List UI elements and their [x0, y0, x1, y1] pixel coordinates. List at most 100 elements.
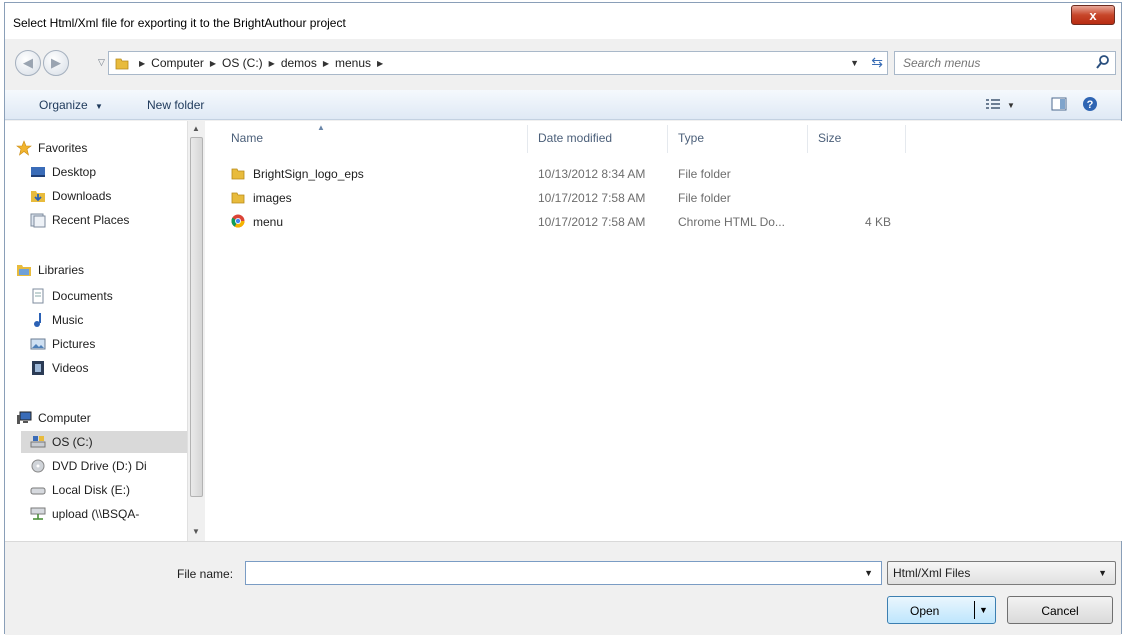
column-header-date-modified[interactable]: Date modified — [538, 131, 612, 145]
documents-icon — [29, 288, 47, 304]
back-button[interactable]: ◀ — [15, 50, 41, 76]
navigation-pane: Favorites Desktop Downloads Recent Place… — [5, 121, 187, 541]
nav-music-label: Music — [52, 313, 84, 327]
nav-libraries[interactable]: Libraries — [15, 259, 187, 281]
organize-button[interactable]: Organize ▼ — [39, 98, 103, 112]
nav-desktop[interactable]: Desktop — [29, 161, 187, 183]
column-divider[interactable] — [905, 125, 906, 153]
navigation-scrollbar[interactable]: ▲ ▼ — [187, 121, 204, 541]
breadcrumb-separator-icon[interactable]: ▶ — [269, 59, 275, 68]
nav-pictures-label: Pictures — [52, 337, 96, 351]
breadcrumb-os-c[interactable]: OS (C:) — [222, 56, 263, 70]
file-name-label: File name: — [177, 567, 234, 581]
recent-places-icon — [29, 212, 47, 228]
command-bar: Organize ▼ New folder ▼ ? — [5, 90, 1121, 120]
file-type-filter[interactable]: Html/Xml Files ▼ — [887, 561, 1116, 585]
forward-button[interactable]: ▶ — [43, 50, 69, 76]
nav-downloads[interactable]: Downloads — [29, 185, 187, 207]
folder-icon — [231, 190, 245, 207]
desktop-icon — [29, 164, 47, 180]
file-type: File folder — [678, 167, 731, 181]
view-list-icon — [985, 97, 1001, 114]
chrome-icon — [231, 214, 245, 231]
column-header-name[interactable]: Name — [231, 131, 263, 145]
window-title: Select Html/Xml file for exporting it to… — [13, 16, 346, 30]
star-icon — [15, 140, 33, 156]
column-divider[interactable] — [667, 125, 668, 153]
close-button[interactable]: x — [1071, 5, 1115, 25]
nav-os-c[interactable]: OS (C:) — [21, 431, 187, 453]
nav-music[interactable]: Music — [29, 309, 187, 331]
preview-pane-button[interactable] — [1051, 94, 1067, 116]
search-box[interactable] — [894, 51, 1116, 75]
sort-ascending-icon: ▲ — [317, 123, 325, 132]
nav-network-upload[interactable]: upload (\\BSQA- — [29, 503, 187, 525]
scroll-thumb[interactable] — [190, 137, 203, 497]
nav-network-upload-label: upload (\\BSQA- — [52, 507, 140, 521]
help-button[interactable]: ? — [1082, 94, 1098, 116]
nav-local-disk[interactable]: Local Disk (E:) — [29, 479, 187, 501]
pictures-icon — [29, 336, 47, 352]
file-name-input[interactable] — [250, 565, 850, 581]
recent-locations-dropdown-icon[interactable]: ▽ — [98, 57, 105, 68]
breadcrumb-separator-icon[interactable]: ▶ — [377, 59, 383, 68]
address-row: ◀ ▶ ▽ ▶ Computer ▶ OS (C:) ▶ demos ▶ men… — [5, 47, 1121, 79]
chevron-down-icon[interactable]: ▼ — [864, 568, 873, 578]
file-date: 10/13/2012 8:34 AM — [538, 167, 646, 181]
open-button[interactable]: Open ▼ — [887, 596, 996, 624]
nav-documents-label: Documents — [52, 289, 113, 303]
nav-favorites-label: Favorites — [38, 141, 88, 155]
scroll-down-icon[interactable]: ▼ — [192, 527, 200, 536]
nav-videos[interactable]: Videos — [29, 357, 187, 379]
computer-icon — [15, 410, 33, 426]
nav-computer-label: Computer — [38, 411, 91, 425]
column-header-size[interactable]: Size — [818, 131, 841, 145]
videos-icon — [29, 360, 47, 376]
preview-pane-icon — [1051, 97, 1067, 114]
back-arrow-icon: ◀ — [23, 55, 33, 70]
address-dropdown-icon[interactable]: ▼ — [850, 58, 859, 68]
chevron-down-icon: ▼ — [1007, 100, 1015, 110]
nav-dvd-drive-label: DVD Drive (D:) Di — [52, 459, 147, 473]
file-row[interactable]: images 10/17/2012 7:58 AM File folder — [205, 187, 1122, 209]
search-input[interactable] — [901, 55, 1081, 71]
column-header-type[interactable]: Type — [678, 131, 704, 145]
file-row[interactable]: BrightSign_logo_eps 10/13/2012 8:34 AM F… — [205, 163, 1122, 185]
file-name-combobox[interactable]: ▼ — [245, 561, 882, 585]
nav-dvd-drive[interactable]: DVD Drive (D:) Di — [29, 455, 187, 477]
nav-computer[interactable]: Computer — [15, 407, 187, 429]
file-type-filter-value: Html/Xml Files — [893, 566, 971, 580]
title-bar: Select Html/Xml file for exporting it to… — [5, 3, 1121, 39]
refresh-icon[interactable]: ⇆ — [871, 54, 883, 71]
breadcrumb-demos[interactable]: demos — [281, 56, 317, 70]
help-icon: ? — [1082, 96, 1098, 115]
view-options-button[interactable]: ▼ — [985, 94, 1015, 116]
os-drive-icon — [29, 434, 47, 450]
open-options-chevron-icon[interactable]: ▼ — [979, 605, 988, 615]
file-name: BrightSign_logo_eps — [253, 167, 364, 181]
nav-recent-places[interactable]: Recent Places — [29, 209, 187, 231]
breadcrumb-menus[interactable]: menus — [335, 56, 371, 70]
nav-documents[interactable]: Documents — [29, 285, 187, 307]
file-name: menu — [253, 215, 284, 229]
folder-icon — [231, 166, 245, 183]
new-folder-button[interactable]: New folder — [147, 98, 204, 112]
column-divider[interactable] — [807, 125, 808, 153]
libraries-icon — [15, 262, 33, 278]
search-icon[interactable] — [1095, 54, 1111, 73]
address-bar[interactable]: ▶ Computer ▶ OS (C:) ▶ demos ▶ menus ▶ ▼… — [108, 51, 888, 75]
breadcrumb-separator-icon[interactable]: ▶ — [139, 59, 145, 68]
scroll-up-icon[interactable]: ▲ — [192, 124, 200, 133]
network-drive-icon — [29, 506, 47, 522]
folder-icon — [115, 56, 129, 73]
breadcrumb-separator-icon[interactable]: ▶ — [210, 59, 216, 68]
column-divider[interactable] — [527, 125, 528, 153]
organize-label: Organize — [39, 98, 88, 112]
split-divider — [974, 601, 975, 619]
breadcrumb-separator-icon[interactable]: ▶ — [323, 59, 329, 68]
nav-pictures[interactable]: Pictures — [29, 333, 187, 355]
cancel-button[interactable]: Cancel — [1007, 596, 1113, 624]
nav-favorites[interactable]: Favorites — [15, 137, 187, 159]
breadcrumb-computer[interactable]: Computer — [151, 56, 204, 70]
file-row[interactable]: menu 10/17/2012 7:58 AM Chrome HTML Do..… — [205, 211, 1122, 233]
